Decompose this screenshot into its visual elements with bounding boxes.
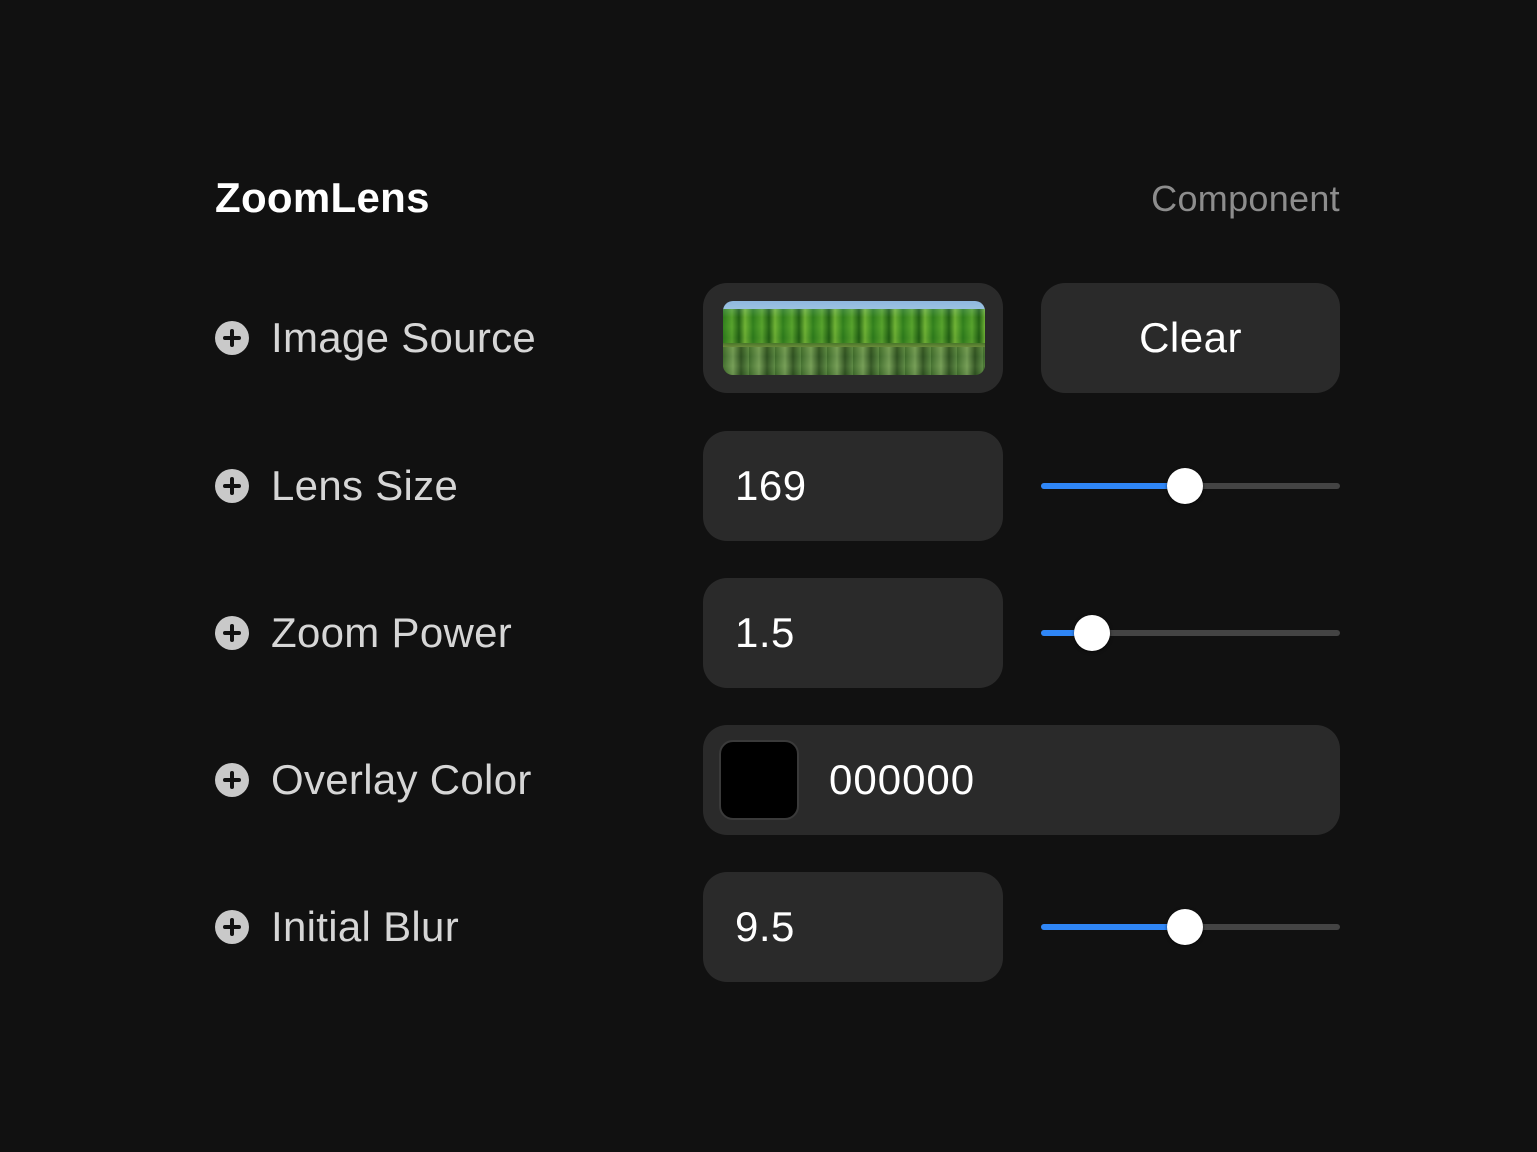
lens-size-input[interactable]: 169	[703, 431, 1003, 541]
overlay-color-label: Overlay Color	[271, 756, 532, 803]
overlay-color-hex[interactable]: 000000	[829, 725, 975, 835]
initial-blur-input[interactable]: 9.5	[703, 872, 1003, 982]
row-label[interactable]: Initial Blur	[215, 872, 459, 982]
plus-circle-icon[interactable]	[215, 469, 249, 503]
plus-circle-icon[interactable]	[215, 910, 249, 944]
slider-fill	[1041, 483, 1185, 489]
row-label[interactable]: Image Source	[215, 283, 536, 393]
plus-circle-icon[interactable]	[215, 763, 249, 797]
initial-blur-value[interactable]: 9.5	[735, 872, 795, 982]
initial-blur-label: Initial Blur	[271, 903, 460, 950]
row-lens-size: Lens Size 169	[215, 431, 1340, 541]
clear-button[interactable]: Clear	[1041, 283, 1340, 393]
zoom-power-slider[interactable]	[1041, 578, 1340, 688]
panel-title: ZoomLens	[215, 174, 430, 221]
lens-size-slider[interactable]	[1041, 431, 1340, 541]
row-label[interactable]: Zoom Power	[215, 578, 512, 688]
row-label[interactable]: Overlay Color	[215, 725, 532, 835]
overlay-color-field[interactable]: 000000	[703, 725, 1340, 835]
image-thumbnail	[723, 301, 985, 375]
row-initial-blur: Initial Blur 9.5	[215, 872, 1340, 982]
slider-knob[interactable]	[1167, 468, 1203, 504]
slider-knob[interactable]	[1167, 909, 1203, 945]
lens-size-value[interactable]: 169	[735, 431, 807, 541]
slider-knob[interactable]	[1074, 615, 1110, 651]
zoom-power-label: Zoom Power	[271, 609, 513, 656]
plus-circle-icon[interactable]	[215, 321, 249, 355]
zoom-power-input[interactable]: 1.5	[703, 578, 1003, 688]
color-swatch[interactable]	[719, 740, 799, 820]
row-overlay-color: Overlay Color 000000	[215, 725, 1340, 835]
row-zoom-power: Zoom Power 1.5	[215, 578, 1340, 688]
slider-fill	[1041, 924, 1185, 930]
image-source-label: Image Source	[271, 314, 537, 361]
row-image-source: Image Source Clear	[215, 283, 1340, 393]
panel-header: ZoomLens Component	[215, 170, 1340, 230]
zoom-power-value[interactable]: 1.5	[735, 578, 795, 688]
initial-blur-slider[interactable]	[1041, 872, 1340, 982]
panel-subtitle: Component	[1151, 178, 1340, 219]
image-source-field[interactable]	[703, 283, 1003, 393]
plus-circle-icon[interactable]	[215, 616, 249, 650]
row-label[interactable]: Lens Size	[215, 431, 458, 541]
lens-size-label: Lens Size	[271, 462, 459, 509]
